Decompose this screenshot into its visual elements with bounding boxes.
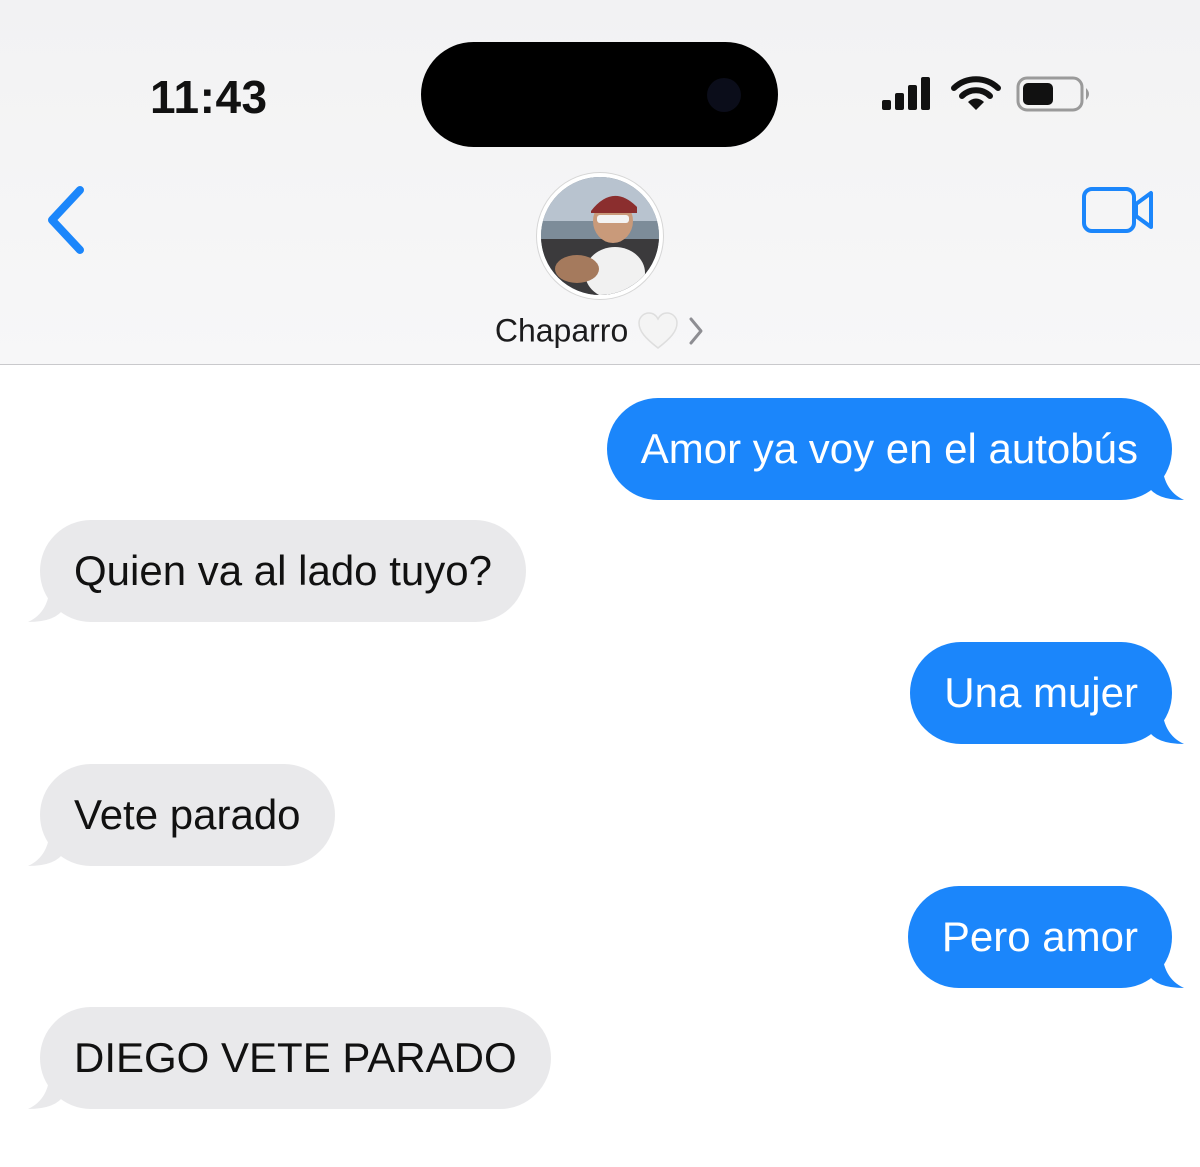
message-sent[interactable]: Amor ya voy en el autobús [606, 398, 1184, 500]
message-sent[interactable]: Pero amor [907, 886, 1184, 988]
bubble-tail [28, 826, 64, 866]
contact-photo [541, 177, 659, 295]
message-text: Pero amor [941, 913, 1138, 960]
message-received[interactable]: Vete parado [28, 764, 335, 866]
contact-name-button[interactable]: Chaparro [0, 312, 1200, 352]
message-sent[interactable]: Una mujer [910, 642, 1184, 744]
cellular-signal-icon [882, 77, 930, 110]
video-camera-icon [1082, 187, 1153, 233]
message-text: DIEGO VETE PARADO [74, 1034, 517, 1081]
conversation-header: 11:43 Chaparro [0, 0, 1200, 365]
dynamic-island [421, 42, 778, 147]
chevron-left-icon [48, 186, 84, 254]
message-text: Vete parado [74, 791, 301, 838]
back-button[interactable] [42, 182, 92, 258]
bubble-tail [28, 582, 64, 622]
wifi-icon [951, 76, 1001, 110]
white-heart-icon [637, 312, 678, 349]
status-time: 11:43 [150, 71, 268, 123]
contact-avatar[interactable] [537, 173, 663, 299]
bubble-tail [1148, 460, 1184, 500]
battery-icon [1016, 76, 1089, 112]
bubble-tail [28, 1069, 64, 1109]
message-text: Una mujer [944, 669, 1138, 716]
messages-screen: 11:43 Chaparro Amor ya voy en el autobús… [0, 0, 1200, 1167]
bubble-tail [1148, 704, 1184, 744]
message-received[interactable]: DIEGO VETE PARADO [28, 1007, 551, 1109]
contact-name: Chaparro [494, 312, 629, 349]
facetime-video-button[interactable] [1080, 185, 1156, 237]
chevron-right-icon [689, 317, 703, 345]
message-received[interactable]: Quien va al lado tuyo? [28, 520, 526, 622]
message-text: Amor ya voy en el autobús [640, 425, 1138, 472]
bubble-tail [1148, 948, 1184, 988]
camera-lens [707, 78, 741, 112]
message-text: Quien va al lado tuyo? [74, 547, 492, 594]
